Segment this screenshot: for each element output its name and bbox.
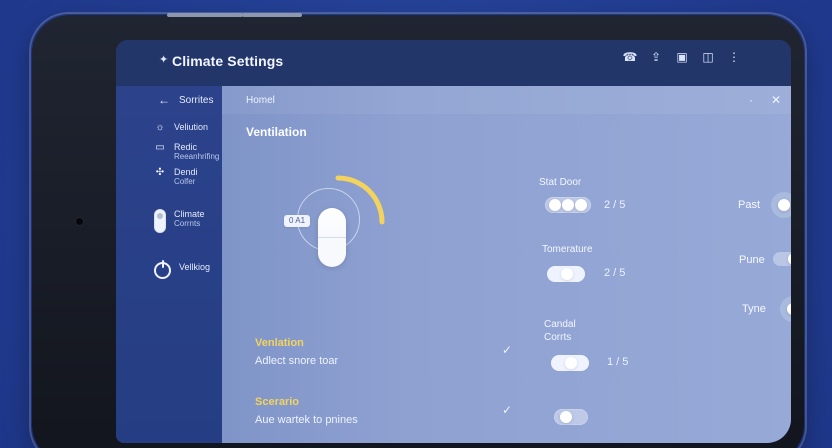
grid-icon[interactable]: ◫	[701, 50, 715, 64]
tyne-option-label: Tyne	[742, 303, 766, 315]
tablet-screen: ✦ Climate Settings ☎ ⇪ ▣ ◫ ⋮ ← Sorrites …	[116, 40, 791, 443]
sidebar-item-text: Redic Reeanhrifing	[174, 142, 219, 161]
temperature-value: 2 / 5	[604, 267, 626, 279]
close-icon[interactable]: ✕	[771, 93, 781, 107]
toggle-knob	[565, 357, 577, 369]
candal-value: 1 / 5	[607, 356, 629, 368]
toggle-knob	[560, 411, 572, 423]
book-icon[interactable]: ▣	[675, 50, 689, 64]
sidebar-item-text: Climate Corrnts	[174, 209, 205, 228]
past-option-label: Past	[738, 199, 761, 211]
sun-icon: ☼	[155, 122, 165, 133]
radio-dot-icon	[787, 303, 791, 315]
dial-knob[interactable]	[318, 208, 346, 267]
candal-toggle[interactable]	[551, 355, 589, 371]
temperature-toggle[interactable]	[547, 266, 585, 282]
sidebar-item-climate[interactable]: Climate Corrnts	[154, 209, 205, 233]
tablet-top-edge-right	[242, 13, 302, 17]
toggle-icon	[154, 209, 166, 233]
scenario-option-subtitle: Aue wartek to pnines	[255, 414, 358, 426]
candal-label-line2: Corrts	[544, 332, 572, 343]
share-icon[interactable]: ⇪	[649, 50, 663, 64]
sidebar: ← Sorrites ☼ Veliution ▭ Redic Reeanhrif…	[116, 86, 222, 443]
window-actions: ☎ ⇪ ▣ ◫ ⋮	[623, 50, 741, 64]
more-icon[interactable]: ⋮	[727, 50, 741, 64]
sidebar-item-dendi[interactable]: ✣ Dendi Colfer	[154, 167, 198, 186]
sidebar-item-text: Dendi Colfer	[174, 167, 198, 186]
pune-option-label: Pune	[739, 254, 765, 266]
ventilation-option-subtitle: Adlect snore toar	[255, 355, 339, 367]
camera-icon	[76, 218, 83, 225]
scenario-option-title: Scerario	[255, 396, 300, 408]
tablet-top-edge-left	[167, 13, 243, 17]
checkmark-icon[interactable]: ✓	[502, 343, 512, 357]
toggle-knob	[561, 268, 573, 280]
toggle-knob	[562, 199, 574, 211]
tyne-option-radio[interactable]	[780, 296, 791, 322]
sidebar-item-label: Redic	[174, 142, 198, 152]
radio-dot-icon	[778, 199, 790, 211]
sparkle-icon: ✦	[159, 54, 169, 66]
fan-icon: ✣	[155, 167, 165, 178]
sidebar-item-vellkiog[interactable]: Vellkiog	[154, 260, 211, 279]
sidebar-back-label: Sorrites	[179, 94, 214, 106]
stat-door-label: Stat Door	[539, 177, 582, 188]
sidebar-item-label: Dendi	[174, 167, 198, 177]
window-title: Climate Settings	[172, 53, 284, 69]
rectangle-icon: ▭	[155, 142, 165, 153]
candal-label-line1: Candal	[544, 319, 576, 330]
scene: ✦ Climate Settings ☎ ⇪ ▣ ◫ ⋮ ← Sorrites …	[0, 0, 832, 448]
temperature-label: Tomerature	[542, 244, 593, 255]
sidebar-back-button[interactable]: ← Sorrites	[158, 94, 213, 106]
dial-label: 0 A1	[284, 215, 311, 227]
tablet-frame: ✦ Climate Settings ☎ ⇪ ▣ ◫ ⋮ ← Sorrites …	[29, 12, 807, 448]
sidebar-item-sublabel: Corrnts	[174, 219, 201, 228]
sidebar-item-label: Vellkiog	[179, 262, 211, 272]
sidebar-item-sublabel: Colfer	[174, 177, 196, 186]
ventilation-option-title: Venlation	[255, 337, 304, 349]
ventilation-dial[interactable]: 0 A1	[280, 164, 396, 280]
phone-icon[interactable]: ☎	[623, 50, 638, 64]
past-option-radio[interactable]	[771, 192, 791, 218]
section-title: Ventilation	[246, 125, 307, 139]
pune-option-switch[interactable]	[773, 252, 791, 266]
sidebar-item-veliution[interactable]: ☼ Veliution	[154, 122, 208, 134]
header-actions: · ✕	[749, 93, 781, 107]
header-spacer-icon: ·	[748, 93, 753, 107]
switch-knob	[788, 253, 791, 265]
toggle-knob	[549, 199, 561, 211]
content-header: Homel · ✕	[222, 86, 791, 114]
unlabeled-toggle[interactable]	[554, 409, 588, 425]
power-icon	[154, 260, 171, 279]
sidebar-item-label: Climate	[174, 209, 205, 219]
sidebar-item-redic[interactable]: ▭ Redic Reeanhrifing	[154, 142, 219, 161]
checkmark-icon[interactable]: ✓	[502, 403, 512, 417]
stat-door-value: 2 / 5	[604, 199, 626, 211]
main-panel: Homel · ✕ Ventilation 0 A1 Venlation Adl…	[222, 86, 791, 443]
back-arrow-icon: ←	[158, 93, 170, 107]
sidebar-item-sublabel: Reeanhrifing	[174, 152, 220, 161]
window-title-bar: ✦ Climate Settings ☎ ⇪ ▣ ◫ ⋮	[116, 40, 791, 86]
sidebar-item-label: Veliution	[174, 122, 209, 132]
breadcrumb: Homel	[246, 95, 275, 106]
stat-door-dot	[575, 199, 587, 211]
